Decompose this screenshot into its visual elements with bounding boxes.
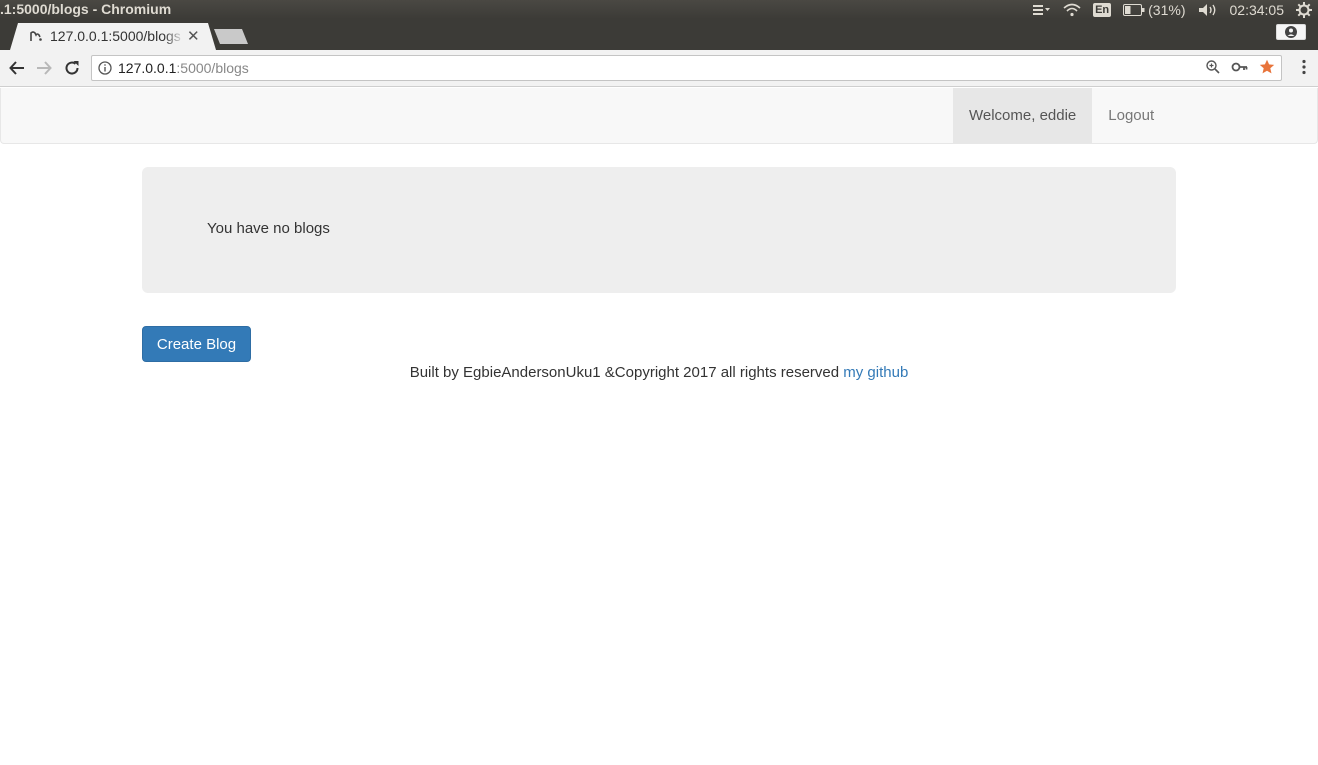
- blogs-panel: You have no blogs: [142, 167, 1176, 293]
- settings-gear-icon[interactable]: [1296, 1, 1312, 18]
- page-viewport: Welcome, eddie Logout You have no blogs …: [0, 88, 1318, 765]
- keyboard-layout-indicator[interactable]: En: [1093, 2, 1112, 17]
- zoom-icon[interactable]: [1205, 59, 1221, 75]
- address-bar[interactable]: 127.0.0.1:5000/blogs: [91, 55, 1282, 81]
- forward-arrow-icon[interactable]: [34, 58, 54, 78]
- nav-logout-link[interactable]: Logout: [1092, 88, 1170, 143]
- nav-welcome-user[interactable]: Welcome, eddie: [953, 88, 1093, 143]
- url-path: :5000/blogs: [176, 60, 249, 76]
- battery-indicator[interactable]: (31%): [1123, 1, 1186, 18]
- omnibox-actions: [1205, 59, 1275, 75]
- battery-percent: (31%): [1148, 1, 1186, 18]
- profile-button[interactable]: [1276, 24, 1306, 40]
- page-footer: Built by EgbieAndersonUku1 &Copyright 20…: [0, 364, 1318, 381]
- footer-text: Built by EgbieAndersonUku1 &Copyright 20…: [409, 364, 840, 381]
- profile-avatar-icon: [1285, 26, 1297, 38]
- github-link[interactable]: my github: [843, 364, 908, 381]
- url-host: 127.0.0.1: [118, 60, 177, 76]
- browser-toolbar: 127.0.0.1:5000/blogs: [0, 50, 1318, 87]
- site-info-icon[interactable]: [98, 61, 112, 75]
- tab-title: 127.0.0.1:5000/blogs: [50, 28, 181, 44]
- url-text[interactable]: 127.0.0.1:5000/blogs: [118, 60, 249, 76]
- wifi-icon[interactable]: [1063, 3, 1081, 17]
- bookmark-star-icon[interactable]: [1259, 59, 1275, 75]
- key-icon[interactable]: [1231, 59, 1249, 75]
- battery-icon: [1123, 3, 1145, 16]
- back-arrow-icon[interactable]: [7, 58, 27, 78]
- tab-close-icon[interactable]: ✕: [187, 27, 200, 45]
- favicon-icon: [30, 31, 42, 41]
- site-navbar: Welcome, eddie Logout: [0, 88, 1318, 144]
- create-blog-button[interactable]: Create Blog: [142, 326, 251, 362]
- os-top-panel: .1:5000/blogs - Chromium En (31%) 02:34:…: [0, 0, 1318, 19]
- window-title: .1:5000/blogs - Chromium: [0, 1, 172, 17]
- tab-strip: 127.0.0.1:5000/blogs ✕: [0, 19, 1318, 50]
- system-tray: En (31%) 02:34:05: [1033, 0, 1312, 19]
- tab-blogs[interactable]: 127.0.0.1:5000/blogs ✕: [10, 23, 216, 50]
- indicator-menu-icon[interactable]: [1033, 3, 1051, 17]
- keyboard-layout-label: En: [1093, 2, 1112, 17]
- volume-icon[interactable]: [1198, 3, 1218, 17]
- new-tab-button[interactable]: [214, 29, 248, 44]
- clock[interactable]: 02:34:05: [1230, 2, 1285, 18]
- navbar-right: Welcome, eddie Logout: [953, 88, 1170, 143]
- empty-blogs-message: You have no blogs: [207, 220, 330, 237]
- browser-menu-icon[interactable]: [1302, 59, 1306, 80]
- reload-icon[interactable]: [62, 58, 82, 78]
